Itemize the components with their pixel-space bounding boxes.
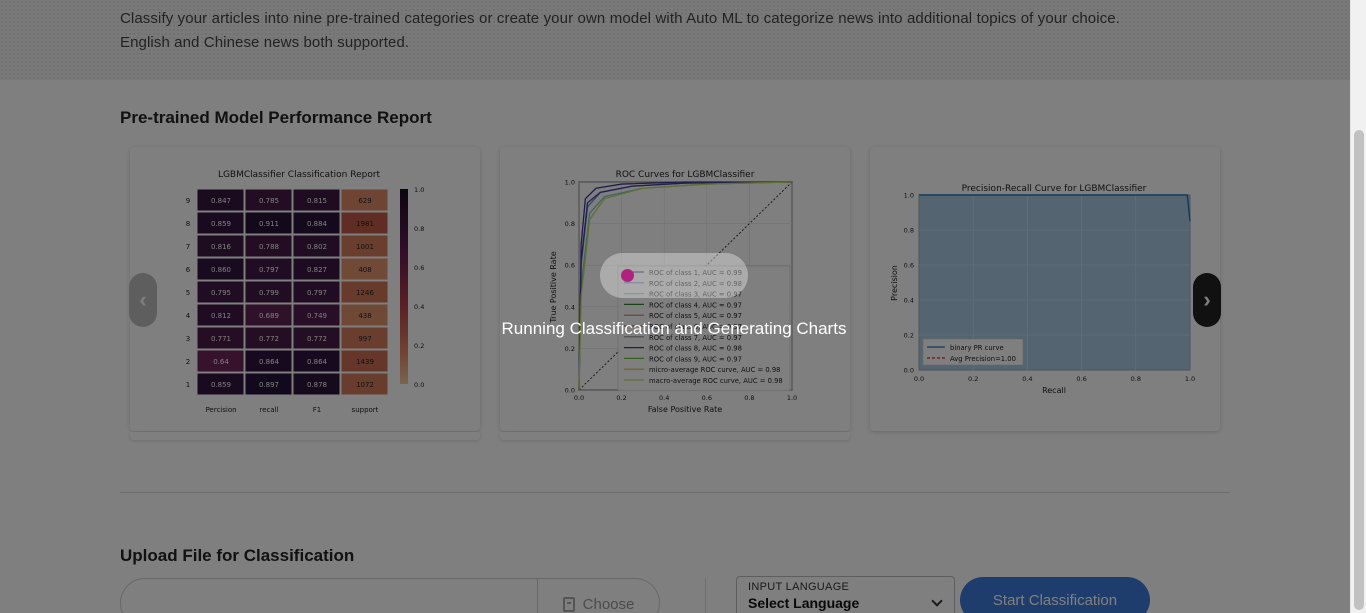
page: Classify your articles into nine pre-tra…	[0, 0, 1350, 613]
page-scrollbar[interactable]	[1350, 0, 1366, 613]
loading-spinner	[600, 253, 748, 298]
spinner-dot-icon	[621, 269, 634, 282]
loading-overlay: Running Classification and Generating Ch…	[0, 0, 1350, 613]
loading-text: Running Classification and Generating Ch…	[501, 319, 847, 338]
scrollbar-thumb[interactable]	[1354, 130, 1364, 610]
